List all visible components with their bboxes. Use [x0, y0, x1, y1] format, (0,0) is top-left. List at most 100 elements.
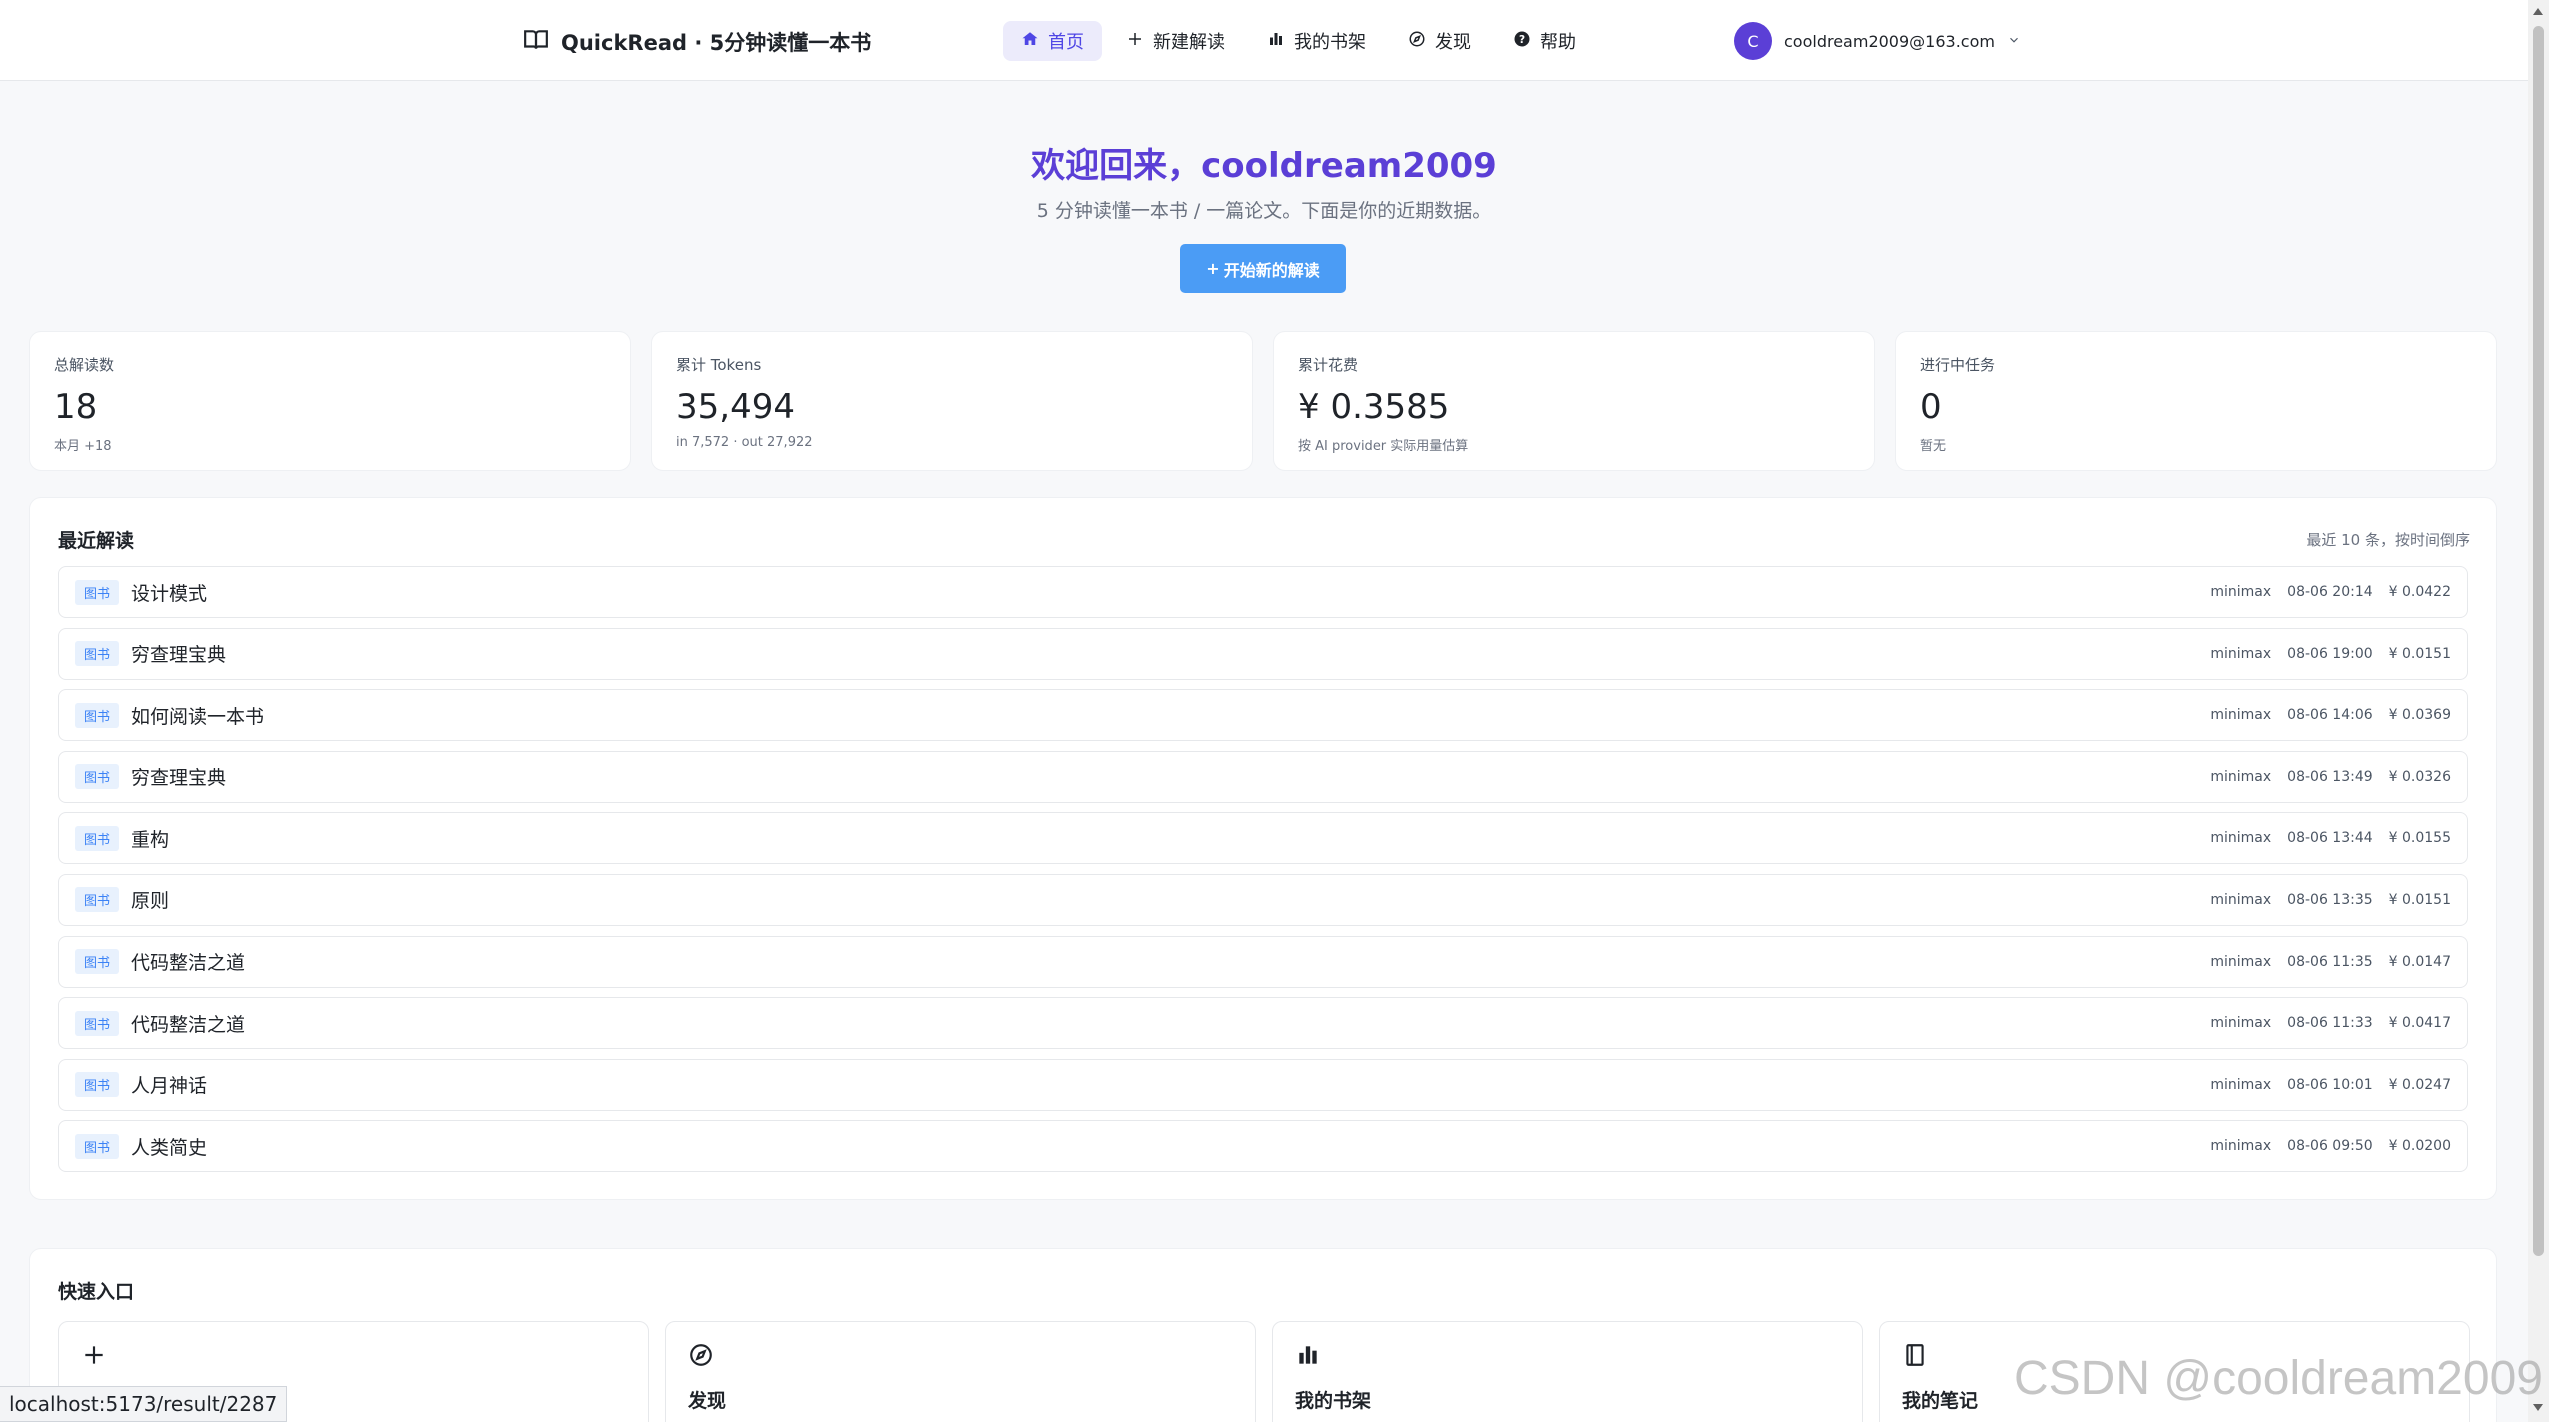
- reading-cost: ¥ 0.0151: [2388, 645, 2451, 662]
- stat-value: 35,494: [676, 387, 795, 427]
- reading-cost: ¥ 0.0422: [2388, 584, 2451, 600]
- recent-readings-panel: 最近解读 最近 10 条，按时间倒序 图书 设计模式 minimax 08-06 20…: [29, 497, 2497, 1200]
- reading-title: 如何阅读一本书: [131, 705, 265, 728]
- nav-discover-label: 发现: [1435, 32, 1471, 53]
- reading-cost: ¥ 0.0155: [2388, 830, 2451, 847]
- start-new-reading-label: 开始新的解读: [1223, 260, 1320, 280]
- nav-discover[interactable]: 发现: [1390, 21, 1489, 61]
- chevron-down-icon: [2007, 32, 2021, 51]
- welcome-title: 欢迎回来，cooldream2009: [1031, 146, 1497, 186]
- model-name: minimax: [2210, 1076, 2272, 1093]
- list-item[interactable]: 图书 原则 minimax 08-06 13:35 ¥ 0.0151: [58, 873, 2468, 926]
- scroll-up-arrow[interactable]: [2533, 8, 2543, 15]
- list-item[interactable]: 图书 穷查理宝典 minimax 08-06 19:00 ¥ 0.0151: [58, 627, 2468, 680]
- model-name: minimax: [2210, 953, 2272, 970]
- quick-card-bookshelf[interactable]: 我的书架: [1272, 1321, 1863, 1422]
- reading-title: 穷查理宝典: [131, 644, 227, 667]
- plus-icon: [81, 1346, 107, 1372]
- list-item[interactable]: 图书 穷查理宝典 minimax 08-06 13:49 ¥ 0.0326: [58, 750, 2468, 803]
- reading-title: 人类简史: [131, 1136, 208, 1159]
- reading-time: 08-06 14:06: [2287, 707, 2373, 724]
- stat-value: 0: [1920, 387, 1942, 427]
- reading-title: 原则: [131, 890, 170, 913]
- nav-bookshelf-label: 我的书架: [1294, 32, 1366, 53]
- type-badge: 图书: [75, 825, 120, 851]
- quick-card-discover[interactable]: 发现: [665, 1321, 1256, 1422]
- plus-icon: +: [1206, 259, 1220, 278]
- welcome-subtitle: 5 分钟读懂一本书 / 一篇论文。下面是你的近期数据。: [1036, 200, 1492, 222]
- stat-total-cost: 累计花费 ¥ 0.3585 按 AI provider 实际用量估算: [1273, 331, 1875, 471]
- home-icon: [1021, 30, 1039, 53]
- list-item[interactable]: 图书 代码整洁之道 minimax 08-06 11:35 ¥ 0.0147: [58, 935, 2468, 988]
- list-item[interactable]: 图书 代码整洁之道 minimax 08-06 11:33 ¥ 0.0417: [58, 997, 2468, 1050]
- nav-home-label: 首页: [1048, 32, 1084, 53]
- type-badge: 图书: [75, 702, 120, 728]
- model-name: minimax: [2210, 1015, 2272, 1032]
- stat-note: 暂无: [1920, 439, 1947, 454]
- nav-help-label: 帮助: [1540, 32, 1576, 53]
- list-item[interactable]: 图书 设计模式 minimax 08-06 20:14 ¥ 0.0422: [58, 566, 2468, 618]
- plus-icon: [1126, 30, 1144, 53]
- reading-cost: ¥ 0.0326: [2388, 768, 2451, 785]
- reading-title: 代码整洁之道: [131, 952, 246, 975]
- reading-time: 08-06 09:50: [2287, 1138, 2373, 1155]
- bar-chart-icon: [1295, 1346, 1321, 1372]
- brand-name: QuickRead · 5分钟读懂一本书: [561, 31, 872, 55]
- nav-home[interactable]: 首页: [1003, 21, 1102, 61]
- type-badge: 图书: [75, 949, 120, 975]
- type-badge: 图书: [75, 579, 120, 605]
- type-badge: 图书: [75, 641, 120, 667]
- scroll-thumb[interactable]: [2533, 26, 2544, 1256]
- model-name: minimax: [2210, 768, 2272, 785]
- start-new-reading-button[interactable]: + 开始新的解读: [1180, 244, 1346, 293]
- reading-title: 人月神话: [131, 1075, 208, 1098]
- stat-running-tasks: 进行中任务 0 暂无: [1895, 331, 2497, 471]
- stat-label: 累计 Tokens: [676, 356, 762, 374]
- reading-cost: ¥ 0.0417: [2388, 1015, 2451, 1032]
- notebook-icon: [1902, 1344, 1928, 1372]
- reading-title: 穷查理宝典: [131, 767, 227, 790]
- model-name: minimax: [2210, 584, 2272, 600]
- nav-help[interactable]: ? 帮助: [1495, 21, 1594, 61]
- quick-title: 快速入口: [58, 1281, 135, 1303]
- recent-title: 最近解读: [58, 530, 135, 552]
- reading-cost: ¥ 0.0369: [2388, 707, 2451, 724]
- reading-title: 设计模式: [131, 582, 208, 605]
- book-open-icon: [523, 27, 549, 58]
- page-scrollbar[interactable]: [2528, 0, 2549, 1422]
- list-item[interactable]: 图书 如何阅读一本书 minimax 08-06 14:06 ¥ 0.0369: [58, 689, 2468, 742]
- stat-note: in 7,572 · out 27,922: [676, 435, 813, 450]
- list-item[interactable]: 图书 人月神话 minimax 08-06 10:01 ¥ 0.0247: [58, 1058, 2468, 1111]
- browser-status-url: localhost:5173/result/2287: [0, 1386, 288, 1422]
- list-item[interactable]: 图书 人类简史 minimax 08-06 09:50 ¥ 0.0200: [58, 1120, 2468, 1173]
- brand[interactable]: QuickRead · 5分钟读懂一本书: [523, 26, 871, 58]
- model-name: minimax: [2210, 707, 2272, 724]
- model-name: minimax: [2210, 891, 2272, 908]
- reading-cost: ¥ 0.0200: [2388, 1138, 2451, 1155]
- reading-time: 08-06 11:33: [2287, 1015, 2373, 1032]
- reading-time: 08-06 20:14: [2287, 584, 2373, 600]
- type-badge: 图书: [75, 1133, 120, 1159]
- reading-title: 代码整洁之道: [131, 1013, 246, 1036]
- stat-label: 进行中任务: [1920, 356, 1996, 374]
- reading-cost: ¥ 0.0147: [2388, 953, 2451, 970]
- type-badge: 图书: [75, 887, 120, 913]
- stat-note: 按 AI provider 实际用量估算: [1298, 439, 1469, 454]
- avatar: C: [1734, 22, 1772, 60]
- list-item[interactable]: 图书 重构 minimax 08-06 13:44 ¥ 0.0155: [58, 812, 2468, 865]
- stat-value: ¥ 0.3585: [1298, 387, 1450, 427]
- reading-time: 08-06 13:35: [2287, 891, 2373, 908]
- reading-cost: ¥ 0.0247: [2388, 1076, 2451, 1093]
- nav-new-reading[interactable]: 新建解读: [1108, 21, 1243, 61]
- user-menu[interactable]: C cooldream2009@163.com: [1734, 21, 2021, 61]
- compass-icon: [688, 1344, 714, 1372]
- bar-chart-icon: [1267, 30, 1285, 53]
- model-name: minimax: [2210, 645, 2272, 662]
- reading-time: 08-06 13:49: [2287, 768, 2373, 785]
- stat-total-tokens: 累计 Tokens 35,494 in 7,572 · out 27,922: [651, 331, 1253, 471]
- help-icon: ?: [1513, 30, 1531, 53]
- watermark: CSDN @cooldream2009: [2014, 1352, 2543, 1405]
- model-name: minimax: [2210, 830, 2272, 847]
- type-badge: 图书: [75, 1072, 120, 1098]
- nav-bookshelf[interactable]: 我的书架: [1249, 21, 1384, 61]
